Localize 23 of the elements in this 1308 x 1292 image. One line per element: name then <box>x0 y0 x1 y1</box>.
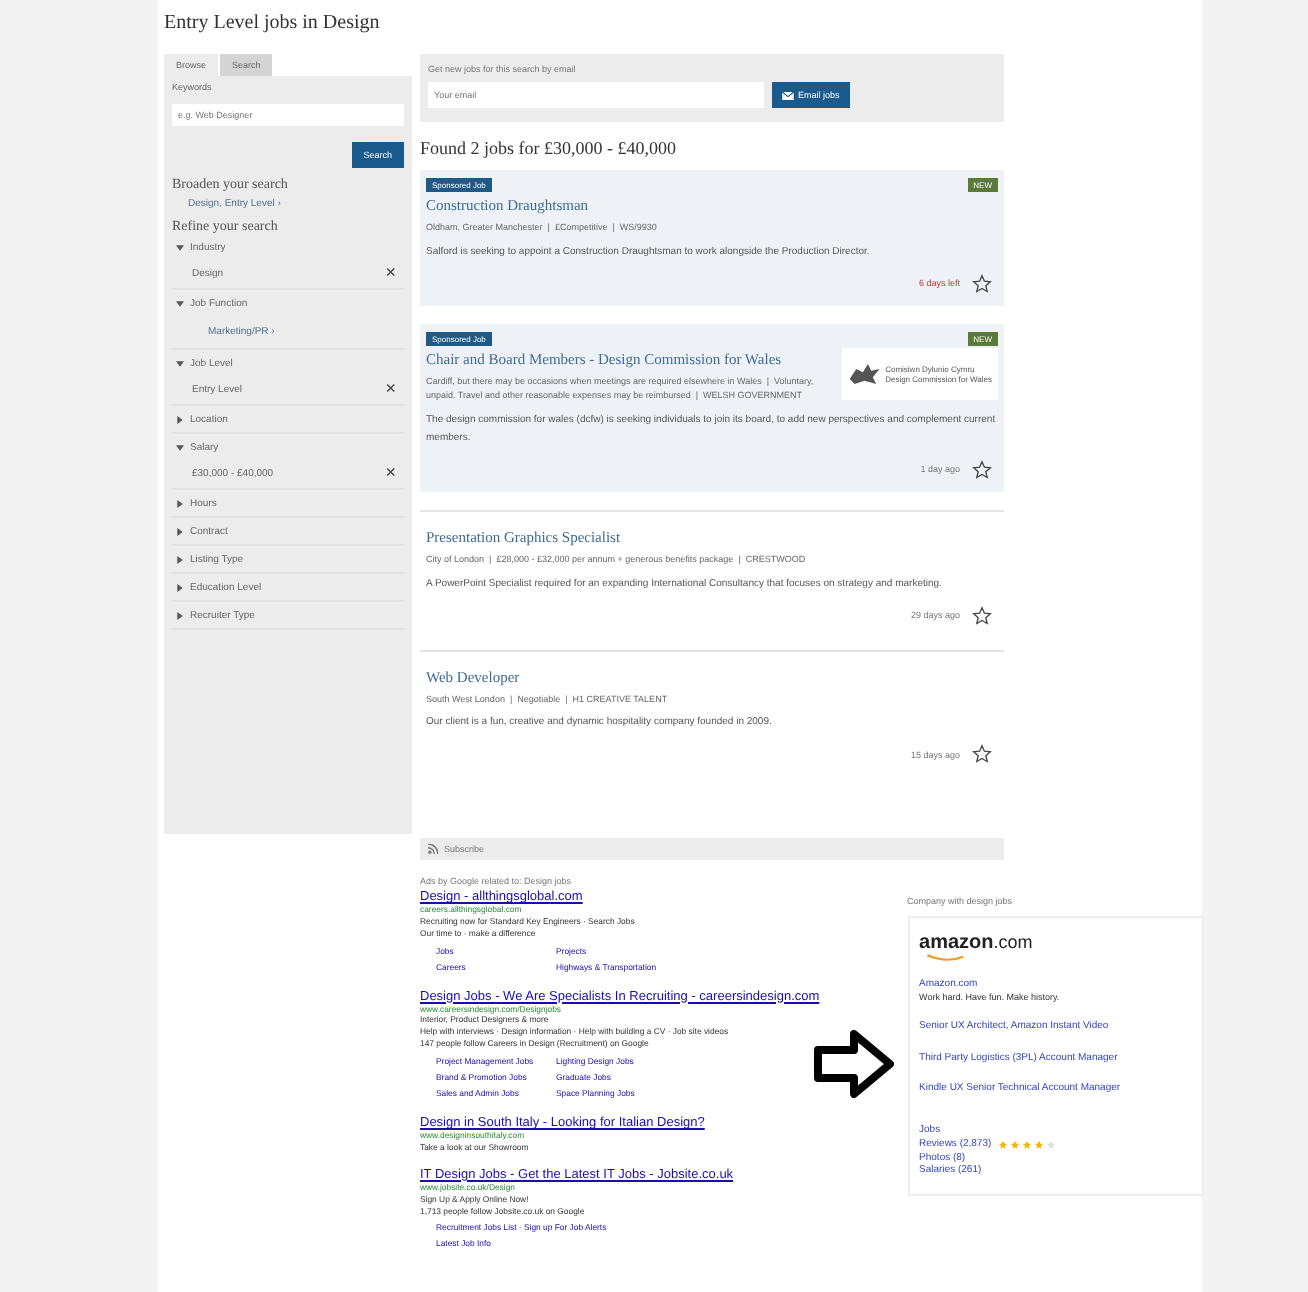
expand-arrow-icon[interactable] <box>176 416 184 424</box>
star-icon[interactable] <box>972 273 992 294</box>
expand-arrow-icon[interactable] <box>176 444 184 452</box>
expand-arrow-icon[interactable] <box>176 500 184 508</box>
remove-filter-button[interactable]: × <box>377 464 404 482</box>
expand-arrow-icon[interactable] <box>176 584 184 592</box>
arrow-icon <box>814 1030 894 1098</box>
star-icon[interactable] <box>972 605 992 626</box>
results-heading: Found 2 jobs for £30,000 - £40,000 <box>420 138 678 158</box>
envelope-icon <box>782 91 794 99</box>
expand-arrow-icon[interactable] <box>176 612 184 620</box>
expand-arrow-icon[interactable] <box>176 556 184 564</box>
remove-filter-button[interactable]: × <box>377 264 404 282</box>
dragon-icon <box>848 362 882 387</box>
remove-filter-button[interactable]: × <box>377 380 404 398</box>
expand-arrow-icon[interactable] <box>176 244 184 252</box>
star-icon[interactable] <box>972 744 992 765</box>
page-title: Entry Level jobs in Design <box>164 10 382 38</box>
expand-arrow-icon[interactable] <box>176 360 184 368</box>
expand-arrow-icon[interactable] <box>176 300 184 308</box>
star-icon[interactable] <box>972 459 992 480</box>
rss-icon <box>428 844 438 854</box>
expand-arrow-icon[interactable] <box>176 528 184 536</box>
